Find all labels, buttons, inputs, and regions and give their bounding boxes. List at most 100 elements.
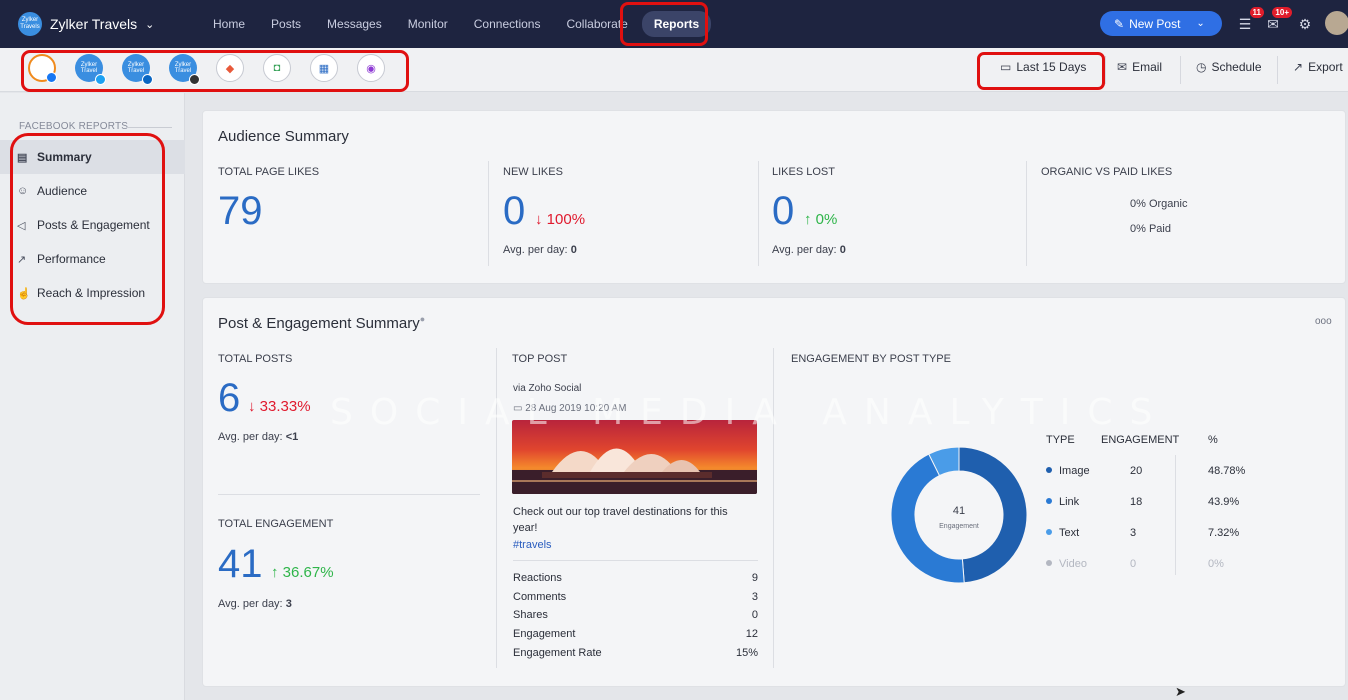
donut-slice-image[interactable] [958,446,1028,584]
watermark-text: SOCIAL MEDIA ANALYTICS [330,392,1170,433]
nav-connections[interactable]: Connections [462,11,553,37]
top-post-caption: Check out our top travel destinations fo… [513,506,728,534]
metric-value: 12 [745,628,758,640]
metric-label: Engagement [513,628,576,640]
highlight-reports [620,2,708,46]
metric-value: 3 [751,591,758,603]
metric-value: 15% [735,647,758,659]
metric-value: 0 [751,609,758,621]
metric-row-shares: Shares 0 [513,609,758,621]
chevron-down-icon: ⌄ [145,18,155,31]
toolbar-divider [1105,56,1106,84]
legend-header-pct: % [1208,434,1218,446]
legend-engagement: 3 [1130,527,1137,539]
more-options-icon[interactable]: ooo [1315,316,1332,327]
chevron-down-icon[interactable]: ⌄ [1196,18,1204,29]
legend-row-link: Link [1046,496,1079,508]
legend-pct: 0% [1208,558,1224,570]
nav-monitor[interactable]: Monitor [396,11,460,37]
gear-icon[interactable]: ⚙ [1294,13,1316,35]
likes-lost-change: ↑ 0% [804,211,838,228]
mail-icon: ✉ [1117,60,1128,74]
pencil-icon: ✎ [1114,16,1125,31]
export-button[interactable]: ↗ Export [1293,60,1343,74]
legend-dot [1046,498,1052,504]
new-likes-avg-value: 0 [570,244,577,256]
legend-engagement: 18 [1130,496,1143,508]
brand-logo: Zylker Travels [18,12,42,36]
section-divider [513,560,758,561]
total-engagement-avg: Avg. per day: 3 [218,598,292,610]
audience-summary-card: Audience Summary TOTAL PAGE LIKES 79 NEW… [202,110,1346,284]
mouse-cursor-icon: ➤ [1175,684,1186,699]
alert-badge: 10+ [1272,7,1292,18]
metric-label: Shares [513,609,548,621]
likes-lost-label: LIKES LOST [772,166,835,178]
total-posts-value: 6 [218,376,241,420]
brand-name: Zylker Travels [50,16,138,32]
new-likes-avg-label: Avg. per day: [503,244,568,256]
export-icon: ↗ [1293,60,1304,74]
new-likes-change: ↓ 100% [535,211,586,228]
highlight-date-range [977,52,1105,90]
donut-slice-link[interactable] [890,453,965,584]
organic-vs-paid-label: ORGANIC VS PAID LIKES [1041,166,1173,178]
sidebar-heading: FACEBOOK REPORTS [19,121,129,132]
metric-row-engagement: Engagement 12 [513,628,758,640]
new-post-label: New Post [1129,16,1181,31]
metric-label: Reactions [513,572,562,584]
audience-summary-title: Audience Summary [218,128,349,145]
metric-row-reactions: Reactions 9 [513,572,758,584]
engagement-donut-chart: 41 Engagement [890,446,1028,584]
highlight-sidebar [10,133,165,325]
legend-type: Image [1059,465,1090,477]
clock-icon: ◷ [1196,60,1207,74]
new-post-button[interactable]: ✎ New Post ⌄ [1100,11,1222,36]
alerts-icon[interactable]: ✉ 10+ [1262,7,1292,35]
legend-type: Video [1059,558,1087,570]
schedule-button[interactable]: ◷ Schedule [1196,60,1262,74]
legend-divider [1175,455,1176,575]
legend-pct: 48.78% [1208,465,1246,477]
info-icon[interactable]: ● [420,314,425,324]
donut-total: 41 [953,505,965,517]
post-engagement-title-text: Post & Engagement Summary [218,315,420,332]
total-engagement-change: ↑ 36.67% [271,564,334,581]
metric-row-engagement-rate: Engagement Rate 15% [513,647,758,659]
legend-dot [1046,467,1052,473]
legend-type: Text [1059,527,1080,539]
email-button[interactable]: ✉ Email [1117,60,1162,74]
total-engagement-avg-label: Avg. per day: [218,598,283,610]
legend-dot [1046,560,1052,566]
legend-dot [1046,529,1052,535]
legend-header-engagement: ENGAGEMENT [1101,434,1180,446]
brand-switcher[interactable]: Zylker Travels Zylker Travels ⌄ [18,12,193,36]
hashtag-link[interactable]: #travels [513,539,552,551]
column-divider [758,161,759,266]
nav-messages[interactable]: Messages [315,11,394,37]
notifications-icon[interactable]: ☰ 11 [1234,7,1264,35]
legend-row-video: Video [1046,558,1087,570]
sidebar-heading-divider [126,127,172,128]
toolbar-divider [1277,56,1278,84]
new-likes-value: 0 [503,189,526,233]
email-label: Email [1132,60,1163,74]
total-posts-change: ↓ 33.33% [248,398,311,415]
legend-pct: 7.32% [1208,527,1240,539]
avatar[interactable] [1325,11,1348,35]
schedule-label: Schedule [1211,60,1262,74]
export-label: Export [1308,60,1343,74]
section-divider [218,494,480,495]
total-engagement-value: 41 [218,542,263,586]
total-posts-label: TOTAL POSTS [218,353,293,365]
nav-home[interactable]: Home [201,11,257,37]
likes-lost-avg-value: 0 [839,244,846,256]
column-divider [1026,161,1027,266]
new-likes-avg: Avg. per day: 0 [503,244,577,256]
metric-label: Engagement Rate [513,647,602,659]
metric-label: Comments [513,591,567,603]
likes-lost-avg: Avg. per day: 0 [772,244,846,256]
nav-posts[interactable]: Posts [259,11,313,37]
legend-row-text: Text [1046,527,1079,539]
highlight-profiles [21,50,409,92]
